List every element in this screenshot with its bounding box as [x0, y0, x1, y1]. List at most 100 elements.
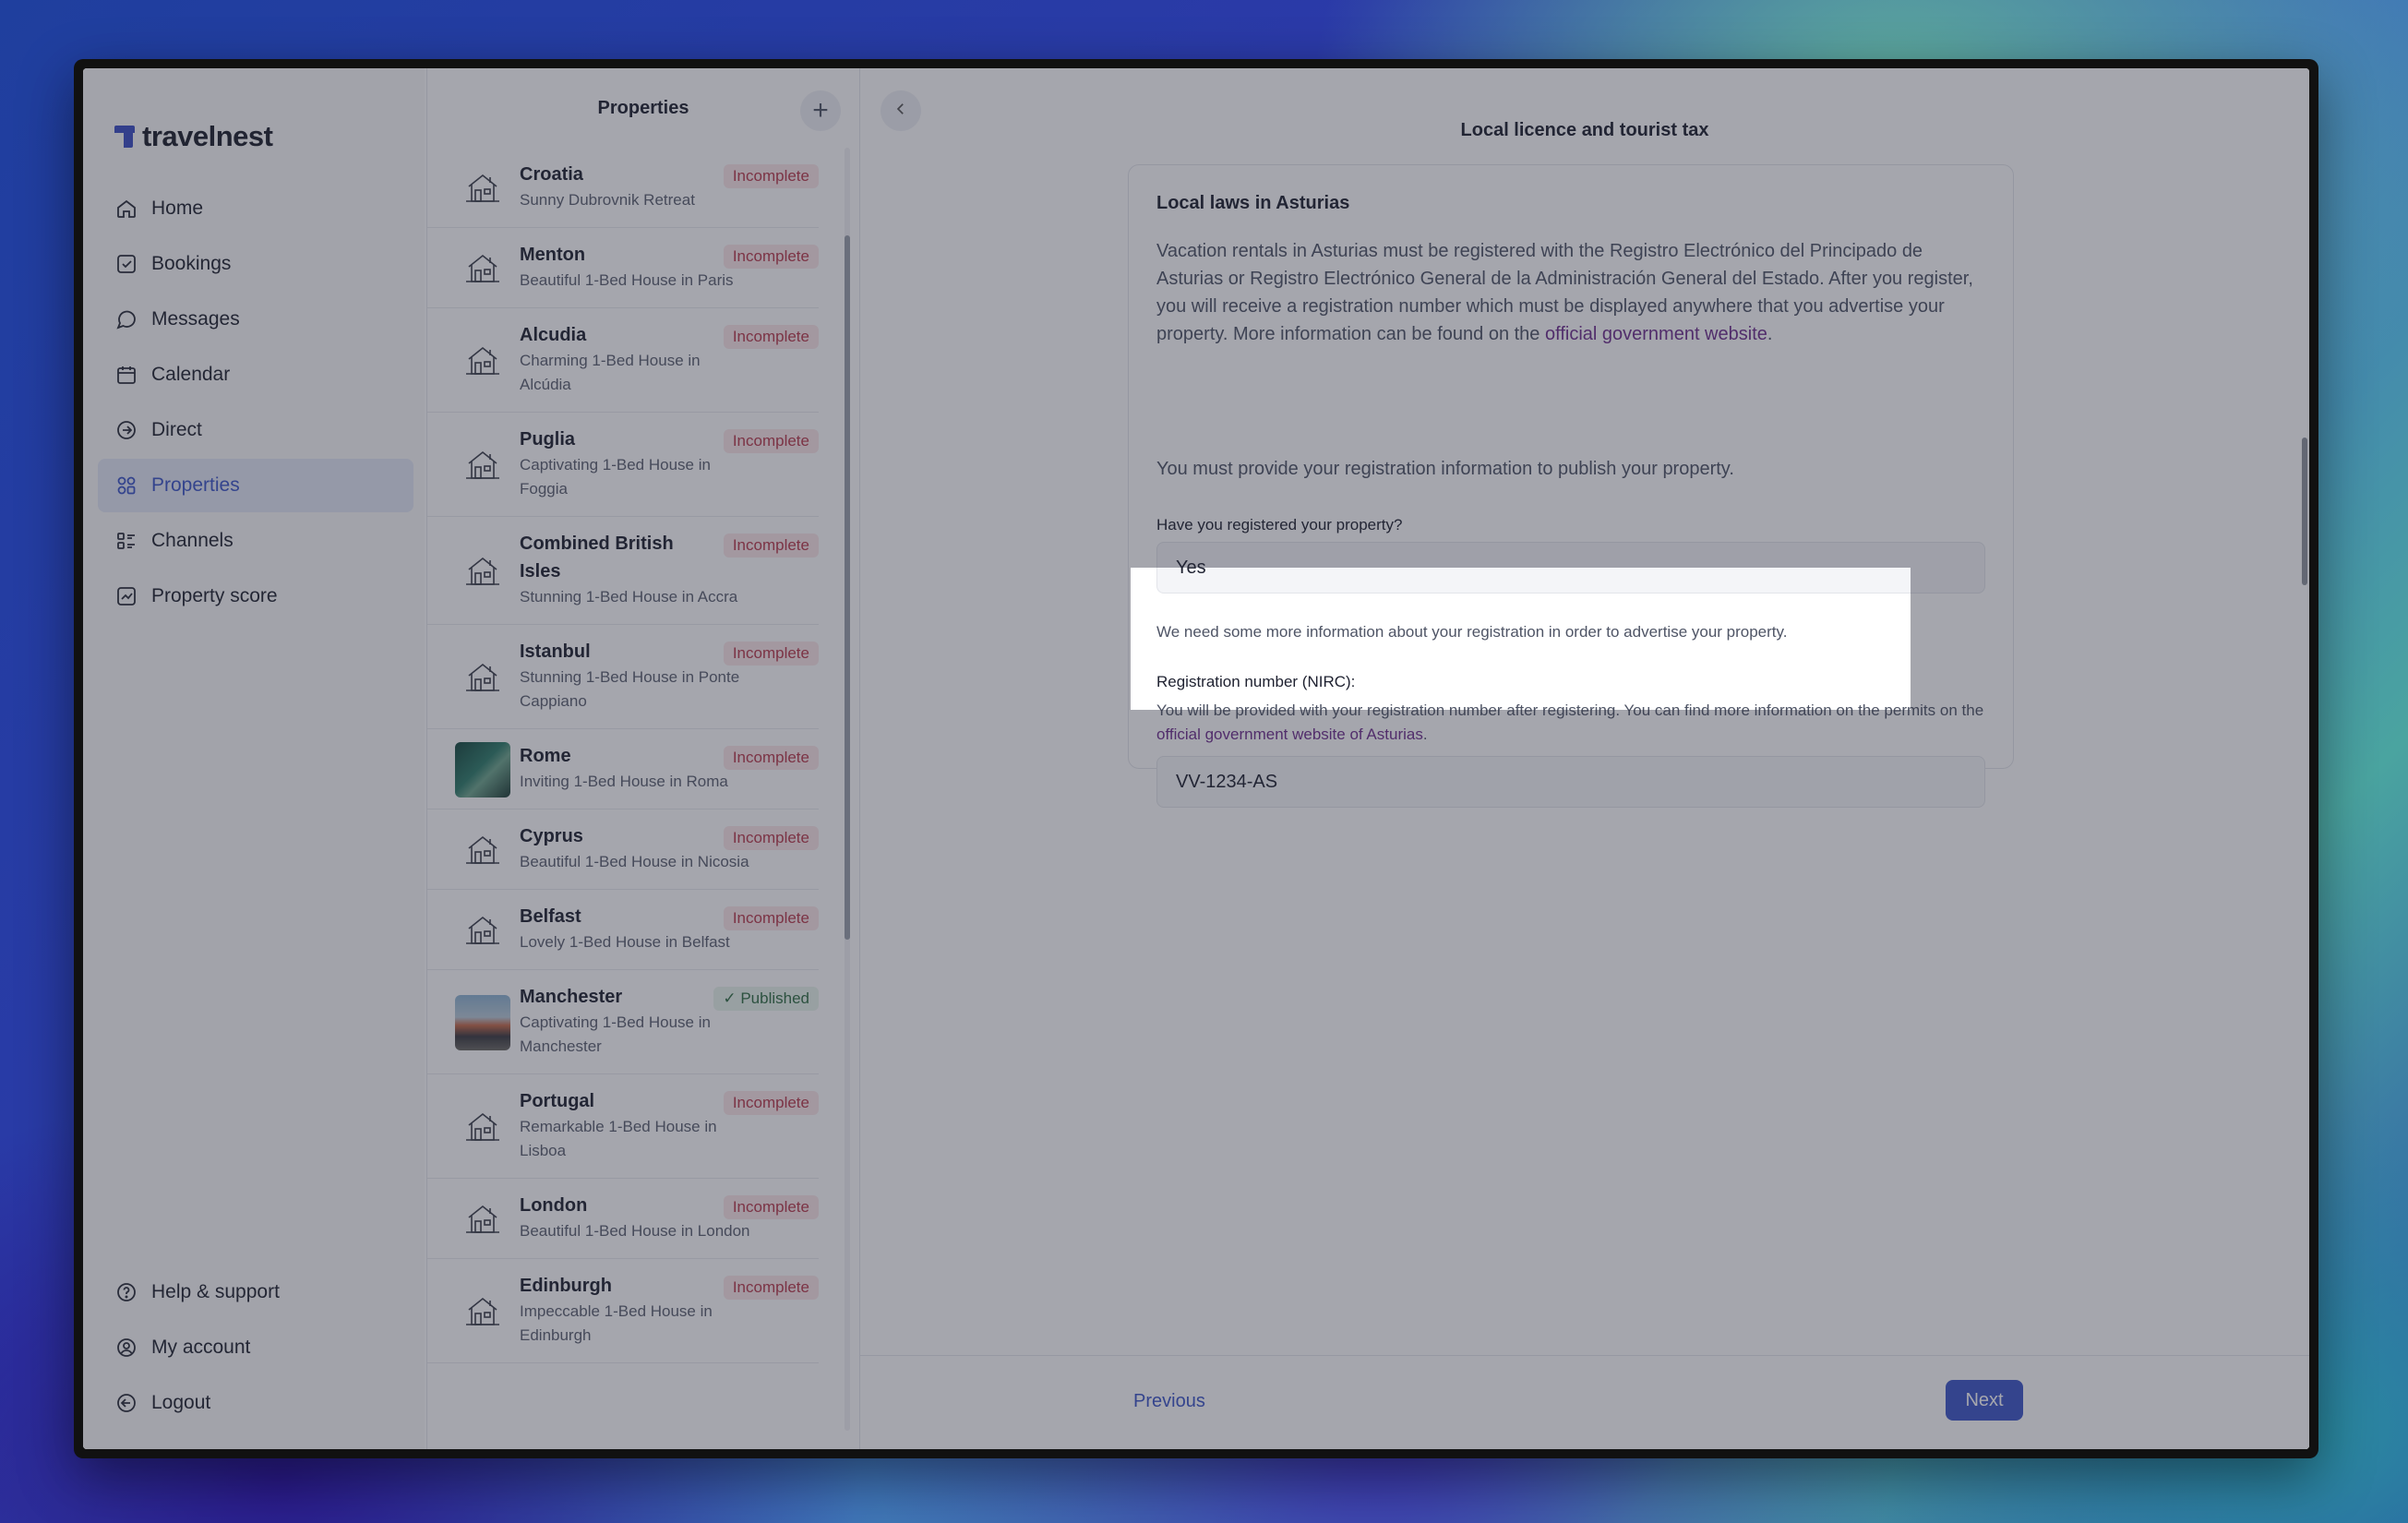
property-list-item[interactable]: Combined British Isles Stunning 1-Bed Hou…	[427, 517, 819, 625]
registration-help-text: You will be provided with your registrat…	[1156, 699, 1987, 747]
property-subtitle: Beautiful 1-Bed House in Paris	[520, 271, 734, 289]
property-subtitle: Stunning 1-Bed House in Accra	[520, 588, 738, 606]
property-list-item[interactable]: Alcudia Charming 1-Bed House in Alcúdia In…	[427, 308, 819, 413]
property-name: Istanbul	[520, 642, 591, 662]
nav-item-label: Home	[151, 198, 204, 219]
property-score-icon	[114, 584, 138, 608]
property-subtitle: Captivating 1-Bed House in Manchester	[520, 1013, 711, 1055]
previous-button[interactable]: Previous	[1133, 1391, 1205, 1412]
property-list-item[interactable]: Belfast Lovely 1-Bed House in Belfast Inco…	[427, 890, 819, 970]
properties-title: Properties	[597, 97, 689, 118]
nav-item-label: Channels	[151, 530, 234, 551]
house-icon	[455, 544, 510, 599]
nav-item-label: Bookings	[151, 253, 232, 274]
status-badge-label: Incomplete	[732, 167, 809, 185]
chevron-left-icon	[893, 101, 909, 122]
nav-item-label: Logout	[151, 1392, 211, 1413]
nav-item-label: Direct	[151, 419, 202, 440]
add-property-button[interactable]: +	[800, 90, 841, 131]
status-badge-label: Incomplete	[732, 829, 809, 846]
nav-item-bookings[interactable]: Bookings	[98, 237, 413, 291]
asturias-website-link[interactable]: official government website of Asturias	[1156, 726, 1423, 743]
house-icon	[455, 650, 510, 705]
property-list-item[interactable]: Puglia Captivating 1-Bed House in Foggia I…	[427, 413, 819, 517]
main-scrollbar-thumb[interactable]	[2302, 438, 2307, 585]
nav-item-calendar[interactable]: Calendar	[98, 348, 413, 402]
property-list-item[interactable]: Rome Inviting 1-Bed House in Roma Incomple…	[427, 729, 819, 809]
nav-item-help[interactable]: Help & support	[98, 1265, 413, 1319]
nav-item-label: Property score	[151, 585, 278, 606]
next-button[interactable]: Next	[1946, 1380, 2023, 1421]
property-subtitle: Beautiful 1-Bed House in London	[520, 1222, 750, 1240]
properties-scrollbar[interactable]	[845, 148, 850, 1431]
property-name: Portugal	[520, 1091, 595, 1111]
status-badge: Incomplete	[723, 746, 819, 770]
property-list-item[interactable]: Menton Beautiful 1-Bed House in Paris Inco…	[427, 228, 819, 308]
status-badge-label: Incomplete	[732, 749, 809, 766]
house-icon	[455, 1284, 510, 1339]
property-subtitle: Sunny Dubrovnik Retreat	[520, 191, 695, 209]
nav-item-direct[interactable]: Direct	[98, 403, 413, 457]
house-icon	[455, 161, 510, 216]
home-icon	[114, 197, 138, 221]
property-list-item[interactable]: Manchester Captivating 1-Bed House in Man…	[427, 970, 819, 1074]
local-laws-card: Local laws in Asturias Vacation rentals …	[1128, 164, 2014, 808]
property-name: Belfast	[520, 906, 581, 927]
property-name: Edinburgh	[520, 1276, 612, 1296]
channels-icon	[114, 529, 138, 553]
nav-item-home[interactable]: Home	[98, 182, 413, 235]
status-badge: Incomplete	[723, 325, 819, 349]
property-name: Alcudia	[520, 325, 587, 345]
nav-item-messages[interactable]: Messages	[98, 293, 413, 346]
status-badge: Incomplete	[723, 1091, 819, 1115]
registration-number-input[interactable]: VV-1234-AS	[1156, 756, 1985, 808]
plus-icon: +	[812, 95, 829, 126]
nav-item-my-account[interactable]: My account	[98, 1321, 413, 1374]
property-subtitle: Captivating 1-Bed House in Foggia	[520, 456, 711, 498]
status-badge-label: Incomplete	[732, 909, 809, 927]
status-badge-label: Incomplete	[732, 536, 809, 554]
property-list-item[interactable]: Cyprus Beautiful 1-Bed House in Nicosia In…	[427, 809, 819, 890]
property-subtitle: Charming 1-Bed House in Alcúdia	[520, 352, 701, 393]
logo-mark-icon	[114, 126, 135, 148]
registered-select[interactable]: Yes	[1156, 542, 1985, 594]
official-website-link[interactable]: official government website	[1545, 324, 1767, 344]
property-list-item[interactable]: Edinburgh Impeccable 1-Bed House in Edinb…	[427, 1259, 819, 1363]
registered-label: Have you registered your property?	[1156, 516, 1403, 534]
logo-text: travelnest	[142, 120, 273, 152]
card-title: Local laws in Asturias	[1156, 193, 1350, 213]
property-subtitle: Remarkable 1-Bed House in Lisboa	[520, 1118, 717, 1159]
nav-item-property-score[interactable]: Property score	[98, 570, 413, 623]
house-icon	[455, 1099, 510, 1155]
property-list-item[interactable]: Portugal Remarkable 1-Bed House in Lisboa…	[427, 1074, 819, 1179]
nav-item-properties[interactable]: Properties	[98, 459, 413, 512]
bookings-icon	[114, 252, 138, 276]
property-list-item[interactable]: Istanbul Stunning 1-Bed House in Ponte Ca…	[427, 625, 819, 729]
status-badge-label: Incomplete	[732, 1198, 809, 1216]
property-name: Manchester	[520, 987, 623, 1007]
status-badge: Incomplete	[723, 245, 819, 269]
wizard-footer: Previous Next	[860, 1355, 2309, 1449]
reg-help-text: You will be provided with your registrat…	[1156, 702, 1984, 719]
status-badge: Incomplete	[723, 642, 819, 666]
calendar-icon	[114, 363, 138, 387]
nav-item-label: Help & support	[151, 1281, 280, 1302]
properties-header: Properties +	[427, 68, 859, 148]
nav-item-logout[interactable]: Logout	[98, 1376, 413, 1430]
property-name: Cyprus	[520, 826, 583, 846]
nav-item-channels[interactable]: Channels	[98, 514, 413, 568]
page-title: Local licence and tourist tax	[1460, 120, 1709, 140]
logo[interactable]: travelnest	[114, 120, 273, 153]
paragraph-end: .	[1767, 324, 1773, 344]
property-name: Rome	[520, 746, 571, 766]
properties-scrollbar-thumb[interactable]	[845, 235, 850, 940]
app-window: travelnest Home Bookings Messages Calend…	[74, 59, 2318, 1458]
property-list-item[interactable]: London Beautiful 1-Bed House in London Inc…	[427, 1179, 819, 1259]
logout-icon	[114, 1391, 138, 1415]
property-list-item[interactable]: Croatia Sunny Dubrovnik Retreat Incomplete	[427, 148, 819, 228]
status-badge: Incomplete	[723, 1276, 819, 1300]
status-badge: Incomplete	[723, 429, 819, 453]
properties-panel: Properties + Croatia Sunny Dubrovnik Retr…	[426, 68, 860, 1449]
messages-icon	[114, 307, 138, 331]
house-icon	[455, 333, 510, 389]
